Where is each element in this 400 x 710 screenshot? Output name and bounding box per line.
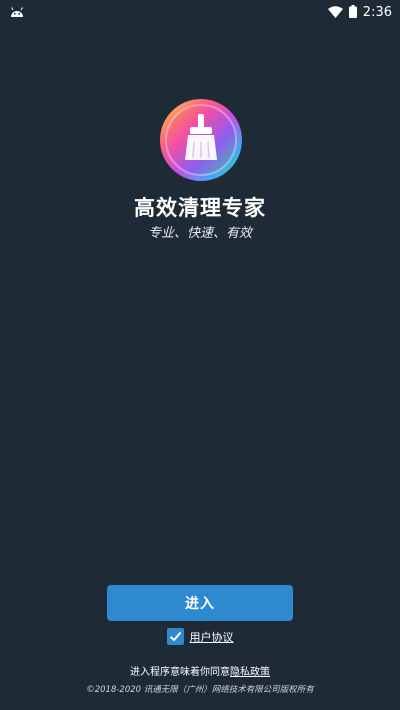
android-icon [10,3,24,22]
broom-icon [160,99,242,181]
enter-button[interactable]: 进入 [107,585,293,621]
app-title: 高效清理专家 [134,196,266,220]
agreement-checkbox[interactable] [166,628,184,645]
checkmark-icon [169,631,181,642]
privacy-notice: 进入程序意味着你同意隐私政策 [0,663,400,678]
status-right: 2:36 [327,3,392,22]
user-agreement-row: 用户协议 [0,628,400,645]
app-subtitle: 专业、快速、有效 [147,226,252,241]
user-agreement-link[interactable]: 用户协议 [190,629,234,645]
app-logo [159,98,243,182]
status-time: 2:36 [362,4,392,20]
battery-icon [348,3,357,22]
status-left [10,3,24,22]
privacy-policy-link[interactable]: 隐私政策 [230,667,270,678]
copyright-text: ©2018-2020 讯通无限（广州）网络技术有限公司版权所有 [86,685,314,695]
privacy-prefix: 进入程序意味着你同意 [130,667,230,678]
wifi-icon [327,3,343,22]
status-bar: 2:36 [0,0,400,24]
